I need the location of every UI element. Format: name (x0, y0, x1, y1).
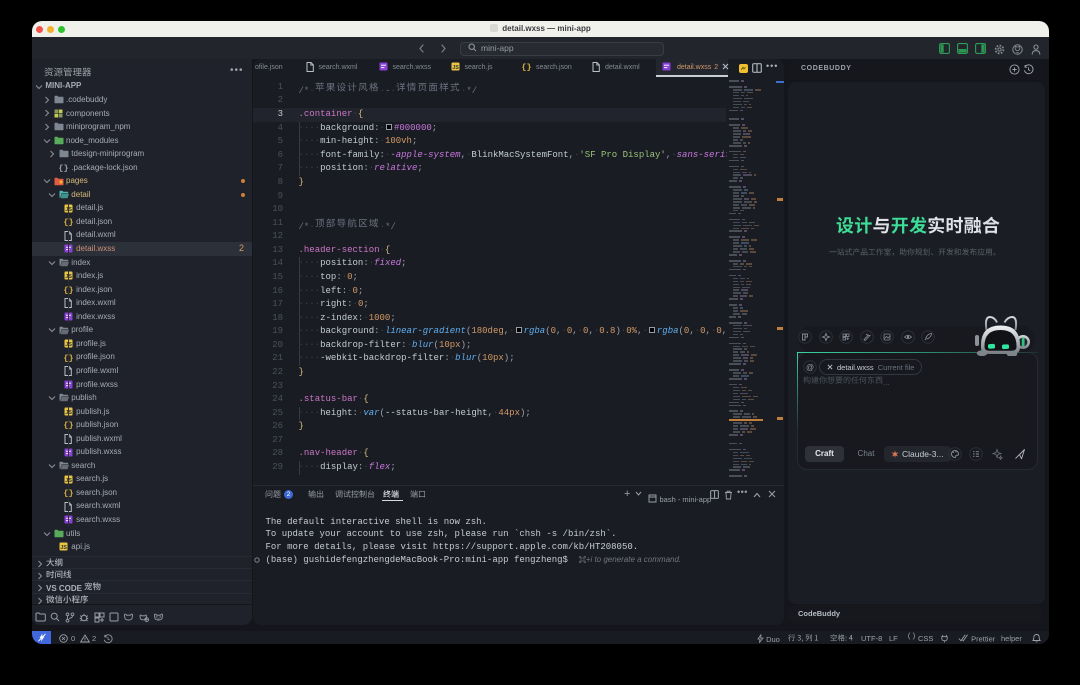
svg-text:JS: JS (60, 546, 67, 552)
svg-text:JS: JS (452, 65, 459, 71)
svg-text:@: @ (806, 362, 814, 371)
svg-text:{}: {} (59, 164, 68, 172)
svg-text:{}: {} (522, 63, 531, 71)
